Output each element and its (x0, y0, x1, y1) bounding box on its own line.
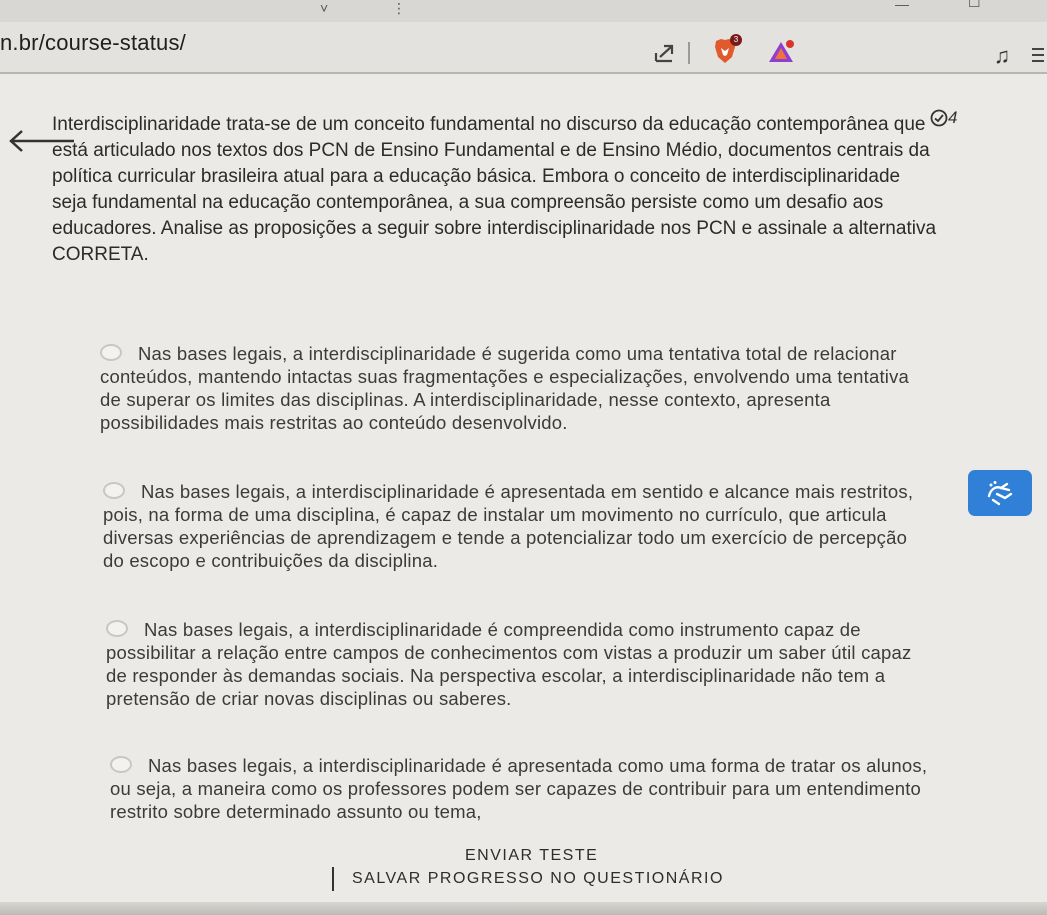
radio-button-d[interactable] (110, 756, 132, 773)
question-number-label: 4 (948, 108, 958, 127)
brave-badge-count: 3 (730, 34, 742, 46)
quiz-content: Interdisciplinaridade trata-se de um con… (0, 74, 1047, 915)
brave-shield-icon[interactable]: 3 (710, 34, 742, 66)
option-a-text[interactable]: Nas bases legais, a interdisciplinaridad… (100, 342, 930, 434)
option-d-text[interactable]: Nas bases legais, a interdisciplinaridad… (110, 754, 940, 823)
address-bar[interactable]: n.br/course-status/ 3 ♫ (0, 22, 1047, 74)
cursor-bar (332, 867, 334, 891)
answer-option-b[interactable]: Nas bases legais, a interdisciplinaridad… (103, 480, 933, 572)
minimize-icon[interactable]: — (895, 0, 909, 12)
option-c-text[interactable]: Nas bases legais, a interdisciplinaridad… (106, 618, 936, 710)
bat-triangle-icon[interactable] (766, 38, 796, 66)
window-titlebar: ˅ ⋮ — ☐ (0, 0, 1047, 23)
share-icon[interactable] (650, 40, 680, 66)
option-b-text[interactable]: Nas bases legais, a interdisciplinaridad… (103, 480, 933, 572)
toolbar-divider (688, 42, 690, 64)
tab-close-icon[interactable]: ˅ (320, 0, 328, 16)
question-text: Interdisciplinaridade trata-se de um con… (52, 114, 937, 265)
accessibility-hands-icon (987, 481, 1013, 506)
radio-button-c[interactable] (106, 620, 128, 637)
check-circle-icon (930, 109, 948, 127)
radio-button-b[interactable] (103, 482, 125, 499)
music-note-icon[interactable]: ♫ (988, 42, 1016, 70)
accessibility-button[interactable] (968, 470, 1032, 516)
save-progress-button[interactable]: SALVAR PROGRESSO NO QUESTIONÁRIO (332, 866, 724, 892)
page-bottom-edge (0, 902, 1047, 915)
question-number: 4 (930, 108, 957, 128)
save-progress-label: SALVAR PROGRESSO NO QUESTIONÁRIO (352, 870, 724, 887)
send-test-button[interactable]: ENVIAR TESTE (465, 847, 598, 865)
answer-option-c[interactable]: Nas bases legais, a interdisciplinaridad… (106, 618, 936, 710)
tab-menu-icon[interactable]: ⋮ (392, 0, 406, 17)
url-text[interactable]: n.br/course-status/ (0, 30, 186, 56)
radio-button-a[interactable] (100, 344, 122, 361)
maximize-icon[interactable]: ☐ (968, 0, 981, 11)
hamburger-menu-icon[interactable] (1030, 44, 1046, 66)
answer-option-a[interactable]: Nas bases legais, a interdisciplinaridad… (100, 342, 930, 434)
answer-option-d[interactable]: Nas bases legais, a interdisciplinaridad… (110, 754, 940, 823)
